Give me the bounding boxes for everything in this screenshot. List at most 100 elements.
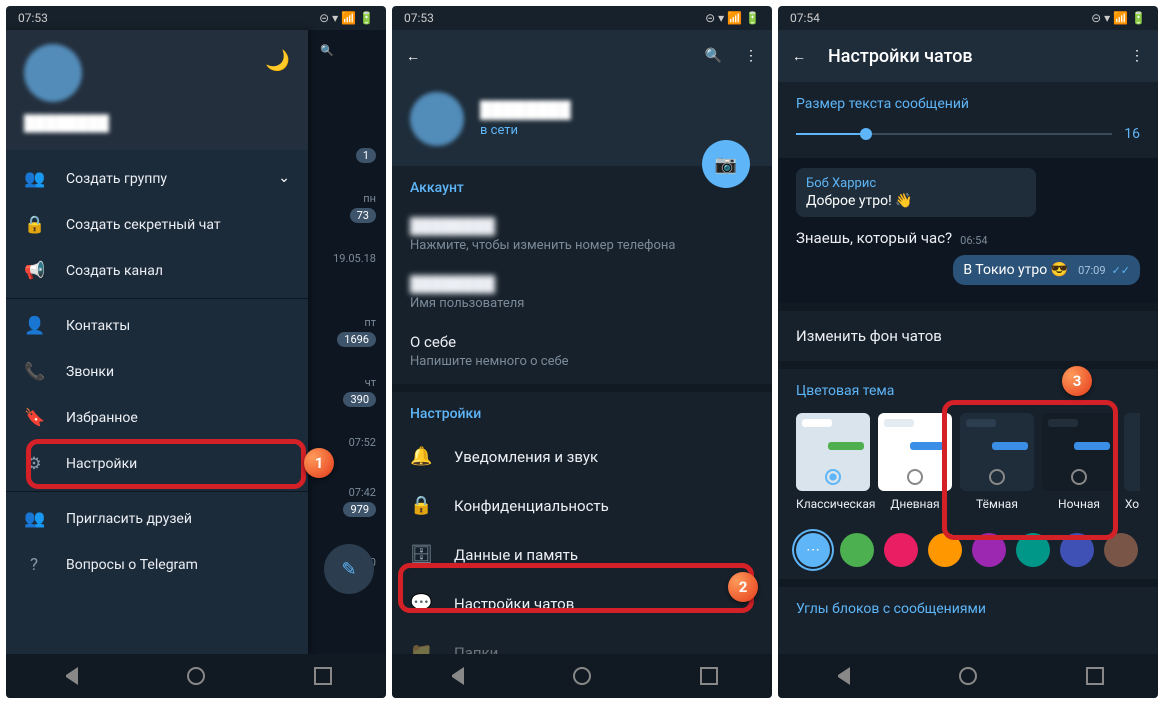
status-icons: ⊝ ▾ 📶 🔋 (319, 11, 374, 25)
nav-home-icon[interactable] (187, 667, 205, 685)
drawer-header: ████████ 🌙 ⌄ (6, 30, 308, 150)
drawer-item-calls[interactable]: 📞Звонки (6, 349, 308, 395)
drawer-item-settings[interactable]: ⚙Настройки (6, 441, 308, 487)
bio-label: О себе (410, 333, 754, 351)
weekday-label: пн (357, 188, 382, 209)
storage-icon: 🗄 (410, 544, 430, 565)
profile-name: ████████ (480, 100, 571, 120)
section-title: Аккаунт (410, 180, 754, 196)
nav-home-icon[interactable] (959, 667, 977, 685)
settings-data[interactable]: 🗄 Данные и память (392, 530, 772, 579)
nav-recents-icon[interactable] (314, 667, 332, 685)
gear-icon: ⚙ (24, 454, 44, 474)
user-avatar[interactable] (24, 44, 82, 102)
chat-icon: 💬 (410, 593, 430, 614)
compose-fab[interactable]: ✎ (324, 544, 374, 594)
divider (392, 384, 772, 392)
back-icon[interactable]: ← (406, 48, 420, 65)
nav-back-icon[interactable] (832, 667, 850, 685)
chat-preview: Боб Харрис Доброе утро! 👋 Знаешь, которы… (778, 158, 1158, 303)
nav-recents-icon[interactable] (700, 667, 718, 685)
settings-notifications[interactable]: 🔔Уведомления и звук (392, 432, 772, 481)
username-row[interactable]: ████████ Имя пользователя (410, 264, 754, 322)
color-option[interactable] (1104, 533, 1138, 567)
drawer-item-new-channel[interactable]: 📢 Создать канал (6, 248, 308, 294)
callout-number-1: 1 (304, 448, 334, 478)
corners-section: Углы блоков с сообщениями (778, 587, 1158, 635)
search-icon[interactable]: 🔍 (314, 40, 340, 61)
settings-section: Настройки (392, 392, 772, 422)
megaphone-icon: 📢 (24, 261, 44, 281)
toolbar: ← Настройки чатов ⋮ (778, 30, 1158, 82)
settings-chat[interactable]: 💬Настройки чатов (392, 579, 772, 628)
message-text: Знаешь, который час? (796, 229, 952, 247)
nav-recents-icon[interactable] (1086, 667, 1104, 685)
section-title: Настройки (410, 406, 754, 422)
group-icon: 👥 (24, 169, 44, 189)
message-text: В Токио утро 😎 (963, 262, 1068, 278)
text-size-slider[interactable]: 16 (796, 126, 1140, 142)
lock-icon: 🔒 (410, 495, 430, 516)
nav-home-icon[interactable] (573, 667, 591, 685)
help-icon: ? (24, 555, 44, 575)
user-avatar[interactable] (410, 92, 464, 146)
theme-cards: Классическая Дневная Тёмная Ночная Хо (796, 413, 1140, 511)
theme-more[interactable]: Хо (1124, 413, 1140, 511)
lock-icon: 🔒 (24, 215, 44, 235)
phone-pane-1: 07:53 ⊝ ▾ 📶 🔋 🔍 1 пн 73 19.05.18 пт 1696… (6, 6, 386, 698)
theme-dark[interactable]: Тёмная (960, 413, 1034, 511)
slider-value: 16 (1124, 126, 1140, 142)
status-time: 07:53 (18, 11, 48, 25)
theme-day[interactable]: Дневная (878, 413, 952, 511)
accent-colors: ⋯ (778, 521, 1158, 579)
chevron-down-icon[interactable]: ⌄ (278, 170, 290, 186)
callout-number-3: 3 (1062, 366, 1092, 396)
more-icon[interactable]: ⋮ (1130, 48, 1144, 64)
drawer-item-saved[interactable]: 🔖Избранное (6, 395, 308, 441)
message-out: В Токио утро 😎 07:09 ✓✓ (953, 255, 1140, 285)
invite-icon: 👥 (24, 509, 44, 529)
drawer-label: Создать канал (66, 263, 163, 279)
nav-back-icon[interactable] (60, 667, 78, 685)
drawer-item-new-group[interactable]: 👥Создать группу (6, 156, 308, 202)
theme-classic[interactable]: Классическая (796, 413, 870, 511)
account-section: Аккаунт ████████ Нажмите, чтобы изменить… (392, 166, 772, 384)
settings-privacy[interactable]: 🔒 Конфиденциальность (392, 481, 772, 530)
weekday-label: пт (358, 312, 382, 333)
profile-status: в сети (480, 123, 571, 138)
color-option[interactable] (1060, 533, 1094, 567)
phone-icon: 📞 (24, 362, 44, 382)
color-option[interactable] (1016, 533, 1050, 567)
row-label: Конфиденциальность (454, 497, 609, 515)
drawer-item-secret-chat[interactable]: 🔒Создать секретный чат (6, 202, 308, 248)
user-name: ████████ (24, 114, 290, 132)
night-mode-icon[interactable]: 🌙 (265, 48, 290, 72)
username-value: ████████ (410, 275, 754, 293)
time-label: 07:52 (343, 432, 382, 453)
unread-badge: 390 (343, 392, 376, 407)
change-photo-fab[interactable]: 📷 (702, 140, 750, 188)
drawer-item-faq[interactable]: ?Вопросы о Telegram (6, 542, 308, 588)
drawer-item-invite[interactable]: 👥Пригласить друзей (6, 496, 308, 542)
status-time: 07:53 (404, 11, 434, 25)
change-background-row[interactable]: Изменить фон чатов (778, 311, 1158, 361)
color-option[interactable] (928, 533, 962, 567)
message-text: Доброе утро! 👋 (806, 193, 913, 209)
drawer-item-contacts[interactable]: 👤Контакты (6, 303, 308, 349)
search-icon[interactable]: 🔍 (705, 48, 722, 64)
row-label: Данные и память (454, 546, 578, 564)
phone-row[interactable]: ████████ Нажмите, чтобы изменить номер т… (410, 206, 754, 264)
nav-back-icon[interactable] (446, 667, 464, 685)
color-option[interactable] (972, 533, 1006, 567)
status-bar: 07:54 ⊝ ▾ 📶 🔋 (778, 6, 1158, 30)
color-option[interactable] (840, 533, 874, 567)
back-icon[interactable]: ← (792, 48, 806, 65)
chatlist-background: 🔍 1 пн 73 19.05.18 пт 1696 чт 390 07:52 … (306, 30, 386, 654)
more-icon[interactable]: ⋮ (744, 48, 758, 64)
bio-row[interactable]: О себе Напишите немного о себе (410, 322, 754, 380)
theme-night[interactable]: Ночная (1042, 413, 1116, 511)
android-nav-bar (778, 654, 1158, 698)
color-option[interactable] (884, 533, 918, 567)
phone-pane-2: 07:53 ⊝ ▾ 📶 🔋 ← 🔍 ⋮ ████████ в сети 📷 Ак… (392, 6, 772, 698)
color-option[interactable]: ⋯ (796, 533, 830, 567)
